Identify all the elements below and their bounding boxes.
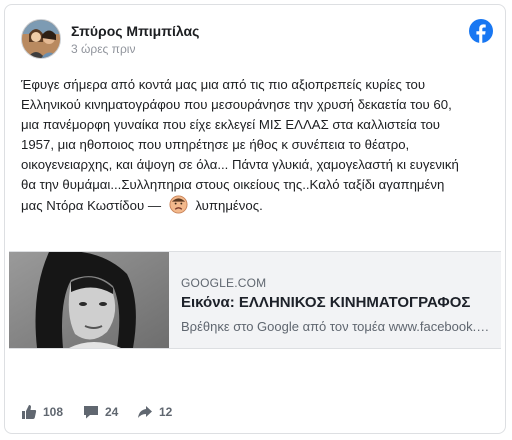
- post-text-last: μας Ντόρα Κωστίδου —: [21, 198, 162, 213]
- sad-face-icon: [169, 195, 188, 214]
- post-text-line: μια πανέμορφη γυναίκα που είχε εκλεγεί Μ…: [21, 117, 441, 132]
- likes-count[interactable]: 108: [21, 403, 63, 421]
- post-text-line: οικογενειαρχης, και άψογη σε όλα... Πάντ…: [21, 157, 459, 172]
- post-card: Σπύρος Μπιμπίλας 3 ώρες πριν Έφυγε σήμερ…: [4, 4, 506, 434]
- shares-count[interactable]: 12: [137, 403, 172, 421]
- post-text-line: Έφυγε σήμερα από κοντά μας μια από τις π…: [21, 77, 426, 92]
- preview-domain: GOOGLE.COM: [181, 276, 267, 290]
- feeling-text[interactable]: λυπημένος.: [195, 198, 262, 213]
- comment-icon: [84, 406, 98, 419]
- post-body: Έφυγε σήμερα από κοντά μας μια από τις π…: [21, 75, 493, 216]
- author-avatar[interactable]: [21, 19, 61, 59]
- preview-description: Βρέθηκε στο Google από τον τομέα www.fac…: [181, 319, 491, 334]
- preview-text[interactable]: GOOGLE.COM Εικόνα: ΕΛΛΗΝΙΚΟΣ ΚΙΝΗΜΑΤΟΓΡΑ…: [181, 252, 491, 348]
- preview-title[interactable]: Εικόνα: ΕΛΛΗΝΙΚΟΣ ΚΙΝΗΜΑΤΟΓΡΑΦΟΣ: [181, 294, 491, 311]
- post-text-line: 1957, μια ηθοποιος που υπηρέτησε με ήθος…: [21, 137, 410, 152]
- likes-value: 108: [43, 405, 64, 419]
- share-icon: [138, 406, 152, 418]
- post-text-line: θα την θυμάμαι...Συλληπηρια στους οικείο…: [21, 177, 445, 192]
- like-icon: [22, 405, 37, 419]
- post-text-line: μας Ντόρα Κωστίδου — λυπημένος.: [21, 195, 493, 216]
- comments-value: 24: [105, 405, 119, 419]
- preview-image[interactable]: [9, 252, 169, 348]
- facebook-icon[interactable]: [469, 19, 493, 43]
- shares-value: 12: [159, 405, 173, 419]
- post-text-line: Ελληνικού κινηματογράφου που μεσουράνησε…: [21, 97, 452, 112]
- comments-count[interactable]: 24: [83, 403, 118, 421]
- link-preview[interactable]: GOOGLE.COM Εικόνα: ΕΛΛΗΝΙΚΟΣ ΚΙΝΗΜΑΤΟΓΡΑ…: [9, 251, 501, 349]
- post-header: Σπύρος Μπιμπίλας 3 ώρες πριν: [21, 19, 493, 59]
- post-time[interactable]: 3 ώρες πριν: [71, 42, 135, 56]
- author-name[interactable]: Σπύρος Μπιμπίλας: [71, 23, 199, 39]
